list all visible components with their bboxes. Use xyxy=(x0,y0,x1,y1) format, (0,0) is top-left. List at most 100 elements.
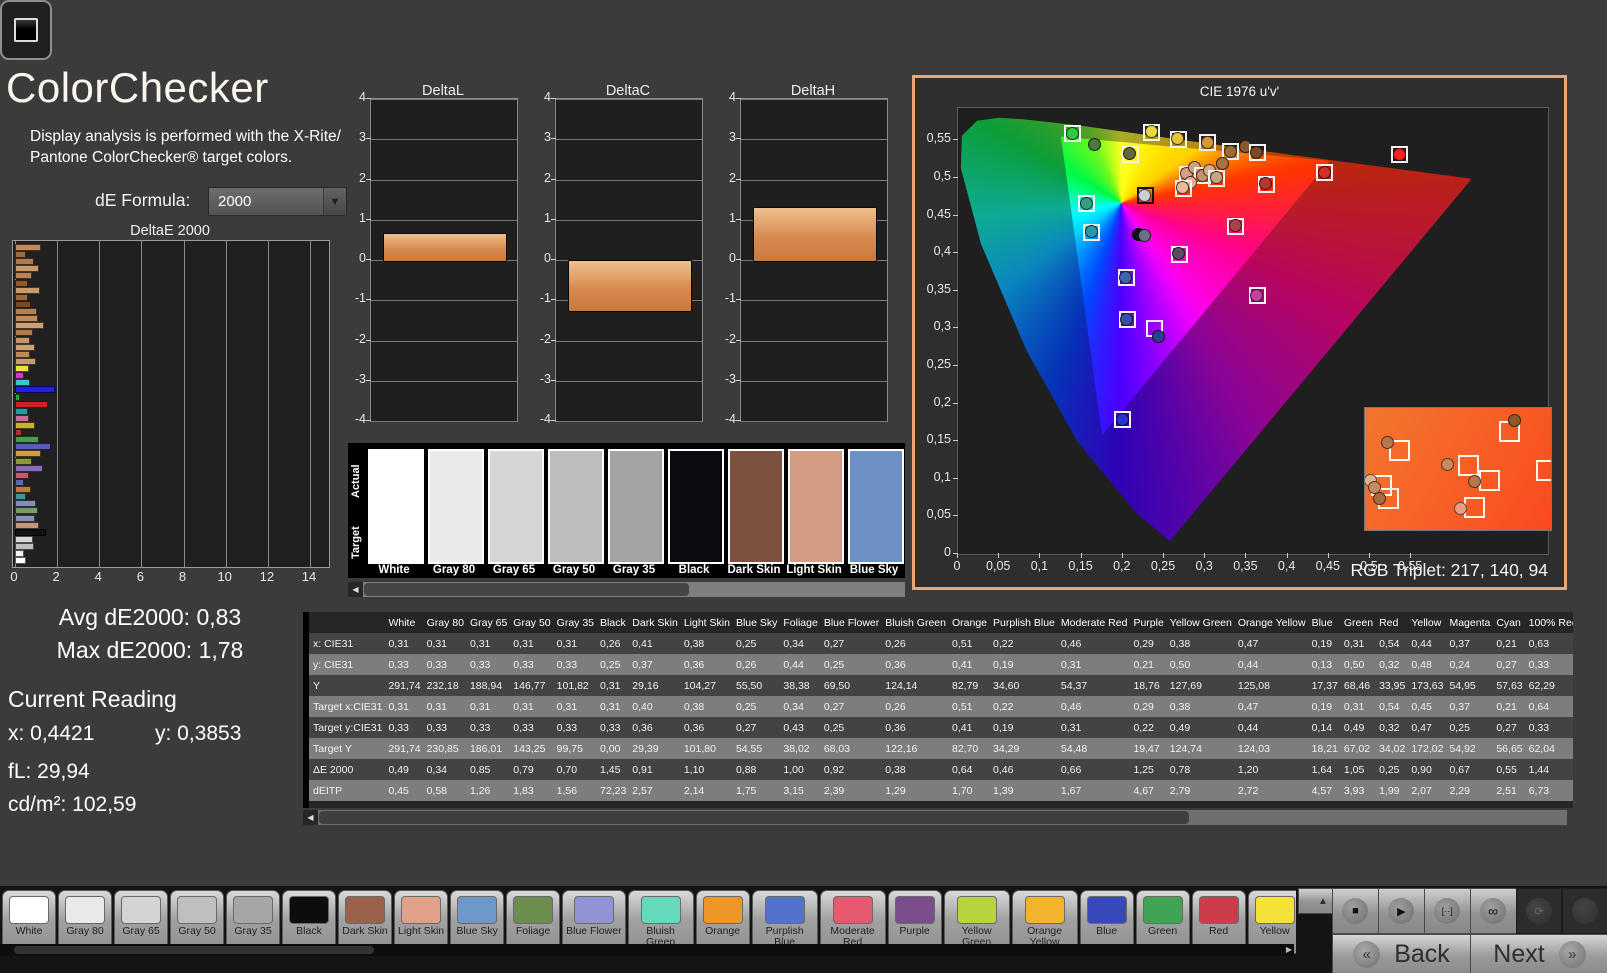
cie-point-measured xyxy=(1223,144,1237,158)
mini-chart-title: DeltaL xyxy=(422,83,464,99)
palette-swatch xyxy=(345,896,385,924)
table-cell: 0,32 xyxy=(1379,658,1400,671)
swatch-label: Gray 50 xyxy=(552,564,596,576)
table-header-cell: Orange Yellow xyxy=(1237,616,1306,629)
table-cell: 0,51 xyxy=(951,637,973,650)
grid-line xyxy=(741,179,887,181)
axis-tick xyxy=(551,379,556,381)
axis-tick xyxy=(953,402,958,404)
table-cell: 0,19 xyxy=(1311,637,1333,650)
palette-swatch xyxy=(1198,896,1239,924)
axis-tick xyxy=(1080,553,1082,558)
transport-stop-button[interactable]: ■ xyxy=(1332,888,1379,934)
table-cell: 54,48 xyxy=(1060,742,1088,755)
grid-line xyxy=(556,179,702,181)
axis-tick-label: 0,2 xyxy=(933,394,951,409)
table-cell: 0,46 xyxy=(993,763,1014,776)
transport-record-button[interactable] xyxy=(1561,888,1607,934)
table-cell: 0,31 xyxy=(600,700,621,713)
axis-tick xyxy=(551,178,556,180)
back-button-label: Back xyxy=(1394,940,1450,968)
delta-bar xyxy=(568,260,692,312)
grid-line xyxy=(556,380,702,382)
refresh-icon: ⟳ xyxy=(1526,898,1553,924)
transport-infinity-button[interactable]: ∞ xyxy=(1469,888,1517,934)
table-row: Target Y 291,74 230,85 186,01 143,25 99,75 0,0… xyxy=(309,738,1573,759)
deltae-bar xyxy=(15,471,29,479)
table-cell: 0,21 xyxy=(1133,658,1154,671)
axis-tick xyxy=(366,379,371,381)
table-cell: 0,88 xyxy=(735,763,757,776)
palette-scrollbar-thumb[interactable] xyxy=(14,946,374,954)
transport-range-button[interactable]: [··] xyxy=(1423,888,1471,934)
pattern-window-button[interactable] xyxy=(0,0,52,60)
swatch-label: Blue Sky xyxy=(849,564,899,576)
de-formula-dropdown[interactable]: 2000 ▼ xyxy=(208,187,347,216)
table-cell: 0,27 xyxy=(1496,658,1517,671)
swatch-scrollbar-thumb[interactable] xyxy=(364,583,689,596)
table-cell: 124,14 xyxy=(885,679,918,692)
swatch-label: Dark Skin xyxy=(727,564,781,576)
swatch xyxy=(728,449,784,564)
table-cell: 0,37 xyxy=(1449,700,1470,713)
axis-tick-label: -2 xyxy=(354,331,366,346)
table-cell: 0,31 xyxy=(556,637,578,650)
grid-line xyxy=(556,139,702,141)
table-scrollbar[interactable]: ◀ xyxy=(303,810,1567,825)
deltae-bar xyxy=(15,407,28,415)
table-scrollbar-thumb[interactable] xyxy=(319,811,1189,824)
table-cell: 101,80 xyxy=(683,742,716,755)
transport-refresh-button[interactable]: ⟳ xyxy=(1515,888,1563,934)
table-cell: 0,44 xyxy=(1237,721,1259,734)
table-cell: 0,31 xyxy=(1060,721,1082,734)
next-button[interactable]: Next » xyxy=(1470,934,1607,973)
axis-tick xyxy=(1369,553,1370,558)
table-cell: 1,29 xyxy=(885,784,906,797)
table-row-label: dEITP xyxy=(313,784,343,797)
table-cell: 34,60 xyxy=(993,679,1020,692)
table-cell: 0,44 xyxy=(783,658,804,671)
page-title: ColorChecker xyxy=(6,64,269,111)
axis-tick xyxy=(953,477,958,479)
palette-scrollbar[interactable]: ▶ xyxy=(0,944,1294,956)
inset-target-marker xyxy=(1463,496,1485,518)
table-cell: 0,22 xyxy=(993,700,1014,713)
back-button[interactable]: « Back xyxy=(1332,934,1471,973)
table-cell: 291,74 xyxy=(388,679,421,692)
swatch-scrollbar[interactable]: ◀ xyxy=(348,582,905,597)
pattern-window-icon xyxy=(14,18,38,42)
palette-button-label: Blue Flower xyxy=(566,925,622,937)
swatch xyxy=(848,449,904,564)
scroll-left-icon[interactable]: ◀ xyxy=(348,582,363,597)
table-cell: 173,63 xyxy=(1411,679,1444,692)
table-header-cell: Purplish Blue xyxy=(993,616,1055,629)
palette-button-label: Blue Sky xyxy=(456,925,498,937)
table-header-cell: White xyxy=(388,616,416,629)
table-cell: 0,36 xyxy=(885,721,906,734)
transport-play-button[interactable]: ▶ xyxy=(1377,888,1425,934)
table-cell: 1,25 xyxy=(1133,763,1154,776)
table-cell: 33,95 xyxy=(1379,679,1406,692)
axis-tick-label: 10 xyxy=(217,569,232,584)
table-cell: 1,00 xyxy=(783,763,804,776)
table-header-cell: Gray 50 xyxy=(513,616,551,629)
axis-tick-label: 0 xyxy=(953,559,961,573)
scroll-right-icon[interactable]: ▶ xyxy=(1286,945,1292,954)
axis-tick-label: 0,35 xyxy=(926,281,951,296)
table-cell: 0,44 xyxy=(1237,658,1259,671)
table-cell: 146,77 xyxy=(513,679,546,692)
table-cell: 67,02 xyxy=(1343,742,1371,755)
palette-swatch xyxy=(65,896,105,924)
current-reading-label: Current Reading xyxy=(8,686,177,712)
grid-line xyxy=(741,139,887,141)
description: Display analysis is performed with the X… xyxy=(30,126,360,168)
palette-swatch xyxy=(233,896,273,924)
axis-tick xyxy=(366,420,371,421)
axis-tick-label: 1 xyxy=(544,210,551,225)
table-cell: 0,36 xyxy=(632,721,653,734)
scroll-left-icon[interactable]: ◀ xyxy=(303,810,318,825)
deltae-bar xyxy=(15,343,35,351)
axis-tick-label: -1 xyxy=(724,291,736,306)
axis-tick xyxy=(366,339,371,341)
table-cell: 0,31 xyxy=(600,679,621,692)
